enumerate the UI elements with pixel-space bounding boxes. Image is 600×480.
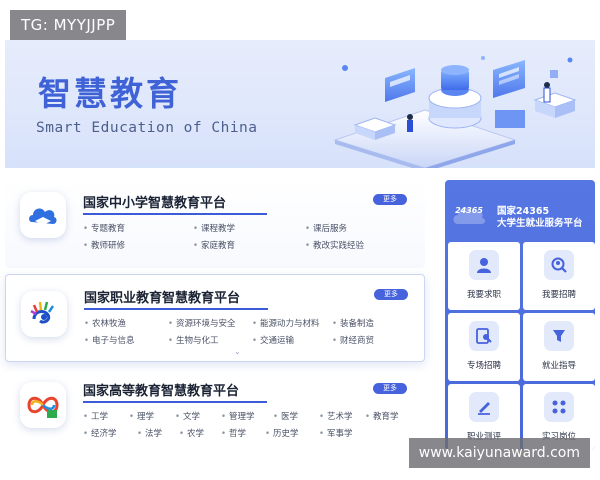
badge-text: 24365 (455, 206, 483, 215)
tile-special-recruiting[interactable]: 专场招聘 (448, 313, 520, 381)
tag-link[interactable]: 教师研修 (83, 239, 125, 251)
tag-link[interactable]: 哲学 (221, 427, 246, 439)
higher-ed-platform-logo (20, 382, 66, 428)
title-underline (84, 308, 268, 310)
hero-banner: 智慧教育 Smart Education of China (5, 40, 595, 168)
tag-link[interactable]: 电子与信息 (84, 334, 135, 346)
tile-recruiting[interactable]: 我要招聘 (523, 242, 595, 310)
tag-link[interactable]: 专题教育 (83, 222, 125, 234)
tag-link[interactable]: 教改实践经验 (305, 239, 364, 251)
more-button[interactable]: 更多 (374, 289, 408, 300)
tag-link[interactable]: 交通运输 (252, 334, 294, 346)
tag-link[interactable]: 农林牧渔 (84, 317, 126, 329)
panel-title-line2: 大学生就业服务平台 (497, 218, 583, 229)
tag-link[interactable]: 管理学 (221, 410, 255, 422)
cloud-book-icon (29, 208, 57, 225)
platform-card-higher-ed[interactable]: 国家高等教育智慧教育平台 更多 工学 理学 文学 管理学 医学 艺术学 教育学 … (5, 372, 425, 450)
tag-link[interactable]: 法学 (137, 427, 162, 439)
tag-link[interactable]: 艺术学 (319, 410, 353, 422)
tile-label: 就业指导 (541, 361, 576, 371)
platform-card-vocational[interactable]: 国家职业教育智慧教育平台 更多 农林牧渔 资源环境与安全 能源动力与材料 装备制… (5, 274, 425, 362)
card-title[interactable]: 国家高等教育智慧教育平台 (83, 380, 239, 399)
platform-card-k12[interactable]: 国家中小学智慧教育平台 更多 专题教育 课程教学 课后服务 教师研修 家庭教育 … (5, 180, 425, 268)
tag-link[interactable]: 生物与化工 (168, 334, 219, 346)
tile-career-guidance[interactable]: 就业指导 (523, 313, 595, 381)
tag-link[interactable]: 理学 (129, 410, 154, 422)
tile-job-seeking[interactable]: 我要求职 (448, 242, 520, 310)
tag-link[interactable]: 农学 (179, 427, 204, 439)
person-icon (469, 250, 499, 280)
pen-icon (469, 392, 499, 422)
title-underline (83, 401, 267, 403)
watermark-top-left: TG: MYYJJPP (10, 10, 127, 40)
tag-link[interactable]: 能源动力与材料 (252, 317, 320, 329)
card-title[interactable]: 国家职业教育智慧教育平台 (84, 287, 240, 306)
tag-link[interactable]: 课后服务 (305, 222, 347, 234)
isometric-illustration (333, 56, 577, 168)
tag-link[interactable]: 医学 (273, 410, 298, 422)
tag-link[interactable]: 文学 (175, 410, 200, 422)
employment-service-panel[interactable]: 24365 国家24365 大学生就业服务平台 我要求职 我要招聘 专场招聘 就… (445, 180, 595, 450)
more-button[interactable]: 更多 (373, 194, 407, 205)
tag-link[interactable]: 家庭教育 (193, 239, 235, 251)
tile-label: 我要招聘 (541, 290, 576, 300)
k12-platform-logo (20, 192, 66, 238)
guide-icon (544, 321, 574, 351)
document-search-icon (469, 321, 499, 351)
vocational-platform-logo (21, 291, 67, 337)
tile-label: 我要求职 (466, 290, 501, 300)
tag-link[interactable]: 军事学 (319, 427, 353, 439)
watermark-bottom-right: www.kaiyunaward.com (408, 438, 590, 468)
tag-link[interactable]: 财经商贸 (332, 334, 374, 346)
title-underline (83, 213, 267, 215)
swirl-logo-icon (30, 301, 55, 324)
card-title[interactable]: 国家中小学智慧教育平台 (83, 192, 226, 211)
cloud-badge-icon: 24365 (451, 200, 487, 230)
tile-label: 专场招聘 (466, 361, 501, 371)
tag-link[interactable]: 装备制造 (332, 317, 374, 329)
tag-link[interactable]: 资源环境与安全 (168, 317, 236, 329)
search-person-icon (544, 250, 574, 280)
tag-link[interactable]: 课程教学 (193, 222, 235, 234)
tag-link[interactable]: 工学 (83, 410, 108, 422)
chevron-down-icon[interactable]: ⌄ (234, 347, 241, 356)
infinity-logo-icon (27, 396, 59, 418)
banner-title: 智慧教育 (38, 74, 182, 113)
tag-link[interactable]: 历史学 (265, 427, 299, 439)
grid-dots-icon (544, 392, 574, 422)
banner-subtitle: Smart Education of China (36, 120, 258, 136)
tag-link[interactable]: 教育学 (365, 410, 399, 422)
tag-link[interactable]: 经济学 (83, 427, 117, 439)
more-button[interactable]: 更多 (373, 383, 407, 394)
